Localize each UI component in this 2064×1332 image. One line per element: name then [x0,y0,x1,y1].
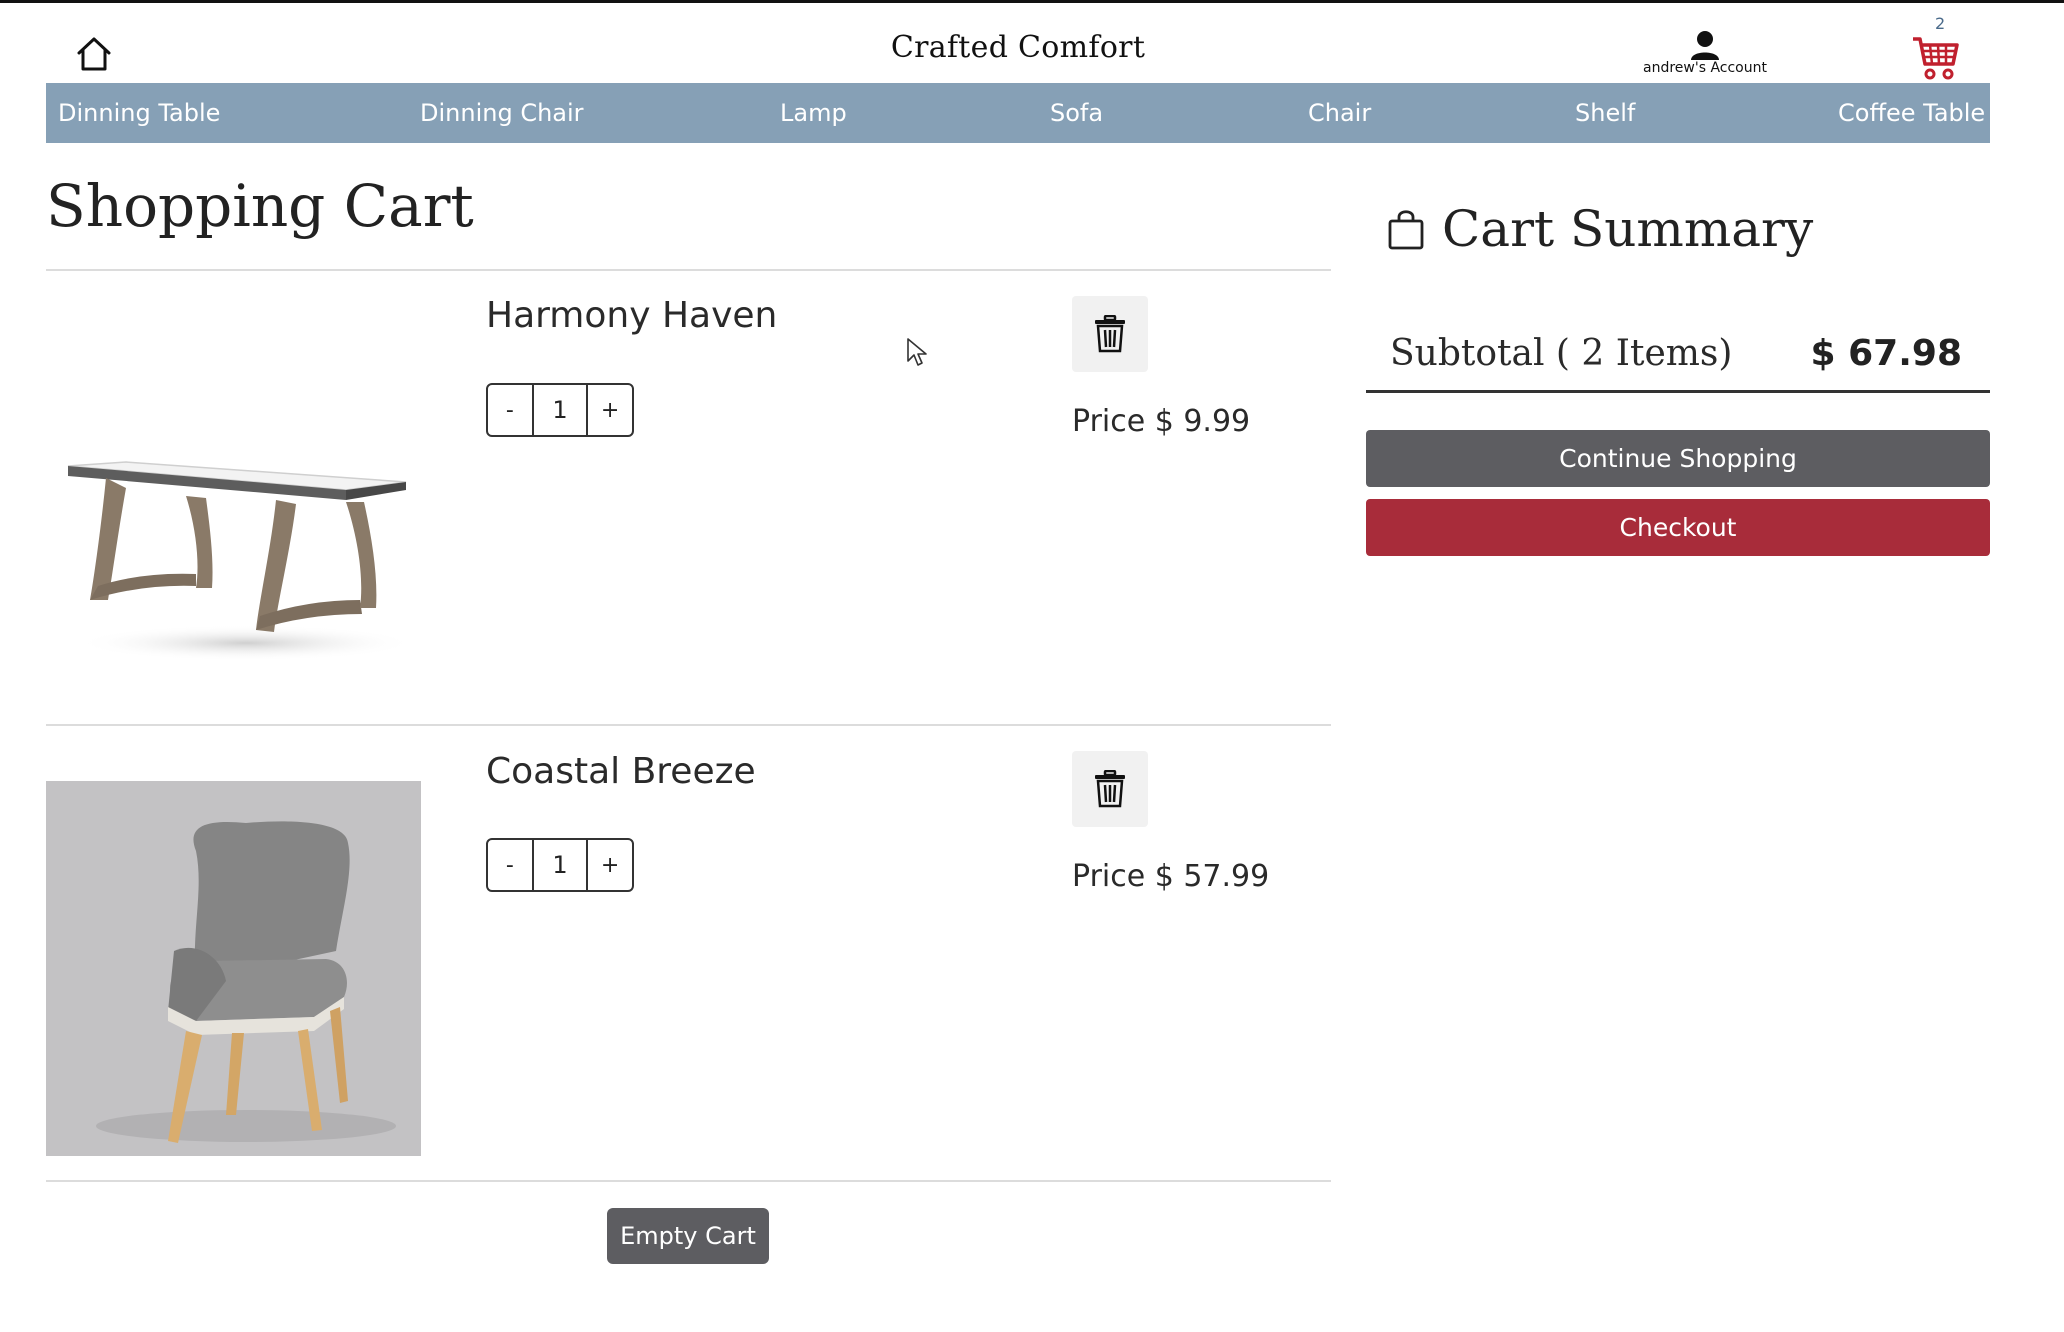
product-name[interactable]: Harmony Haven [486,295,777,336]
quantity-stepper: - 1 + [486,838,634,892]
nav-item-sofa[interactable]: Sofa [1050,83,1103,143]
cart-button[interactable]: 2 [1905,14,1967,80]
nav-item-coffee-table[interactable]: Coffee Table [1838,83,1985,143]
nav-item-shelf[interactable]: Shelf [1575,83,1635,143]
summary-divider [1366,390,1990,393]
summary-title: Cart Summary [1442,200,1814,258]
nav-item-dinning-table[interactable]: Dinning Table [58,83,220,143]
product-image-dining-table[interactable] [46,338,421,713]
category-nav: Dinning Table Dinning Chair Lamp Sofa Ch… [46,83,1990,143]
page-title: Shopping Cart [46,172,474,240]
divider [46,1180,1331,1182]
decrement-button[interactable]: - [488,840,532,890]
item-price: Price $ 9.99 [1072,404,1251,439]
user-icon [1691,31,1719,60]
account-link[interactable]: andrew's Account [1640,30,1770,76]
quantity-stepper: - 1 + [486,383,634,437]
shopping-cart-icon [1913,37,1959,80]
account-label: andrew's Account [1643,60,1767,76]
delete-item-button[interactable] [1072,751,1148,827]
trash-icon [1095,315,1125,353]
checkout-button[interactable]: Checkout [1366,499,1990,556]
decrement-button[interactable]: - [488,385,532,435]
increment-button[interactable]: + [588,385,632,435]
cart-summary-header: Cart Summary [1388,200,1813,258]
divider [46,724,1331,726]
quantity-value[interactable]: 1 [531,840,589,890]
product-image-dining-chair[interactable] [46,781,421,1156]
continue-shopping-button[interactable]: Continue Shopping [1366,430,1990,487]
shopping-bag-icon [1388,210,1424,250]
item-price: Price $ 57.99 [1072,859,1270,894]
nav-item-lamp[interactable]: Lamp [780,83,847,143]
subtotal-value: $ 67.98 [1810,333,1962,374]
cart-count-badge: 2 [1935,14,1946,33]
quantity-value[interactable]: 1 [531,385,589,435]
empty-cart-button[interactable]: Empty Cart [607,1208,769,1264]
increment-button[interactable]: + [588,840,632,890]
trash-icon [1095,770,1125,808]
nav-item-chair[interactable]: Chair [1308,83,1371,143]
divider [46,269,1331,271]
top-border [0,0,2064,3]
subtotal-label: Subtotal ( 2 Items) [1390,333,1733,374]
mouse-cursor-icon [906,337,928,371]
nav-item-dinning-chair[interactable]: Dinning Chair [420,83,584,143]
product-name[interactable]: Coastal Breeze [486,751,756,792]
delete-item-button[interactable] [1072,296,1148,372]
